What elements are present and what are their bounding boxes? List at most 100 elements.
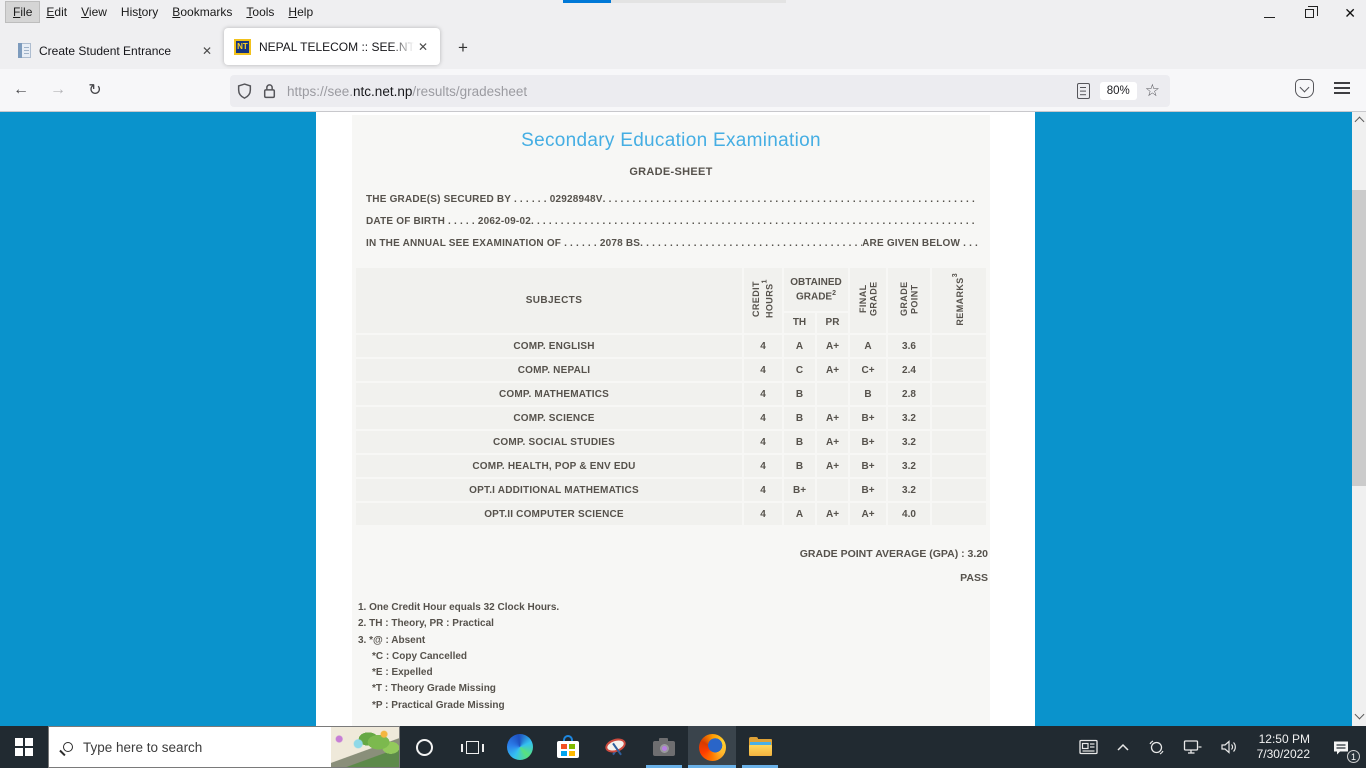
forward-button[interactable]: → — [42, 75, 74, 105]
camera-button[interactable] — [640, 726, 688, 768]
news-widget-button[interactable] — [1070, 726, 1107, 768]
windows-taskbar: Type here to search 12:50 PM 7/30/2022 1 — [0, 726, 1366, 768]
result-status: PASS — [960, 572, 988, 584]
system-tray: 12:50 PM 7/30/2022 1 — [1070, 726, 1366, 768]
student-info: THE GRADE(S) SECURED BY . . . . . . 0292… — [366, 188, 978, 254]
network-icon — [1183, 740, 1202, 754]
header-th: TH — [784, 312, 815, 333]
file-explorer-button[interactable] — [736, 726, 784, 768]
restore-icon[interactable] — [1305, 5, 1319, 18]
cell-value — [817, 479, 848, 501]
info-right-text: ARE GIVEN BELOW . . . — [862, 237, 978, 249]
task-view-button[interactable] — [448, 726, 496, 768]
table-row: COMP. SCIENCE 4 B A+ B+ 3.2 — [356, 407, 986, 429]
menu-file[interactable]: File — [4, 0, 41, 23]
search-highlight-image[interactable] — [331, 727, 399, 767]
network-button[interactable] — [1174, 726, 1211, 768]
cell-subject: OPT.II COMPUTER SCIENCE — [356, 503, 742, 525]
nepal-telecom-logo: NT — [234, 38, 251, 55]
cell-value: 4 — [744, 407, 782, 429]
tab-close-icon[interactable]: ✕ — [198, 42, 216, 60]
bookmark-star-icon[interactable]: ☆ — [1145, 81, 1160, 101]
cell-value: 3.2 — [888, 431, 930, 453]
cell-value: 3.6 — [888, 335, 930, 357]
tab-title: Create Student Entrance — [39, 43, 172, 58]
cell-value: B — [784, 431, 815, 453]
edge-icon — [507, 734, 533, 760]
table-row: COMP. MATHEMATICS 4 B B 2.8 — [356, 383, 986, 405]
header-obtained-grade: OBTAINED GRADE2 — [784, 268, 848, 311]
scroll-up-icon[interactable] — [1354, 116, 1364, 127]
cell-value: B — [784, 455, 815, 477]
pocket-icon[interactable] — [1295, 79, 1314, 98]
tab-2[interactable]: NT NEPAL TELECOM :: SEE.NTC.NET✕ — [224, 28, 440, 65]
table-row: OPT.I ADDITIONAL MATHEMATICS 4 B+ B+ 3.2 — [356, 479, 986, 501]
taskbar-search-input[interactable]: Type here to search — [48, 726, 400, 768]
lock-icon[interactable] — [262, 83, 277, 99]
cell-value: B+ — [850, 479, 886, 501]
header-remarks-label: REMARKS3 — [952, 272, 966, 326]
tab-1[interactable]: Create Student Entrance ✕ — [8, 32, 224, 69]
taskbar-clock[interactable]: 12:50 PM 7/30/2022 — [1247, 732, 1320, 762]
edge-button[interactable] — [496, 726, 544, 768]
cell-value: 4 — [744, 359, 782, 381]
volume-icon — [1221, 740, 1236, 754]
task-view-icon — [460, 740, 484, 754]
firefox-button[interactable] — [688, 726, 736, 768]
url-text[interactable]: https://see.ntc.net.np/results/gradeshee… — [287, 84, 1077, 99]
firefox-icon — [698, 733, 726, 761]
scrollbar-thumb[interactable] — [1352, 190, 1366, 486]
snipping-tool-button[interactable] — [592, 726, 640, 768]
microsoft-store-button[interactable] — [544, 726, 592, 768]
table-row: COMP. NEPALI 4 C A+ C+ 2.4 — [356, 359, 986, 381]
cell-value: 4 — [744, 455, 782, 477]
start-button[interactable] — [0, 726, 48, 768]
app-menu-icon[interactable] — [1334, 82, 1350, 94]
footnotes: 1. One Credit Hour equals 32 Clock Hours… — [358, 600, 990, 714]
cell-value: 4 — [744, 431, 782, 453]
cell-value — [932, 479, 986, 501]
notification-center-button[interactable]: 1 — [1320, 726, 1362, 768]
footnote-line: *E : Expelled — [372, 667, 433, 679]
menu-help[interactable]: Help — [281, 2, 320, 22]
cell-value: 4 — [744, 479, 782, 501]
back-button[interactable]: ← — [5, 75, 37, 105]
shield-icon[interactable] — [236, 82, 253, 100]
cell-value: 3.2 — [888, 479, 930, 501]
cell-value: A+ — [817, 431, 848, 453]
footnote-line: 1. One Credit Hour equals 32 Clock Hours… — [358, 602, 560, 613]
cortana-button[interactable] — [400, 726, 448, 768]
page-scrollbar[interactable] — [1352, 112, 1366, 726]
cell-value: B — [784, 407, 815, 429]
close-icon[interactable]: ✕ — [1344, 6, 1356, 20]
tab-bar: Create Student Entrance ✕ NT NEPAL TELECOM … — [0, 23, 1366, 69]
meet-now-button[interactable] — [1139, 726, 1174, 768]
minimize-icon[interactable] — [1264, 16, 1276, 18]
gradesheet-paper: Secondary Education Examination GRADE-SH… — [316, 112, 1035, 758]
reader-mode-icon[interactable] — [1076, 83, 1090, 99]
menu-bar: File Edit View History Bookmarks Tools Help ✕ — [0, 0, 1366, 23]
scroll-down-icon[interactable] — [1354, 709, 1364, 720]
cell-subject: COMP. SOCIAL STUDIES — [356, 431, 742, 453]
cell-value: A+ — [817, 407, 848, 429]
zoom-level-button[interactable]: 80% — [1099, 82, 1137, 100]
address-bar[interactable]: https://see.ntc.net.np/results/gradeshee… — [230, 75, 1170, 107]
table-row: OPT.II COMPUTER SCIENCE 4 A A+ A+ 4.0 — [356, 503, 986, 525]
menu-tools[interactable]: Tools — [239, 2, 281, 22]
menu-history[interactable]: History — [114, 2, 165, 22]
menu-edit[interactable]: Edit — [39, 2, 74, 22]
info-left-text: THE GRADE(S) SECURED BY . . . . . . 0292… — [366, 193, 603, 205]
cell-value: A+ — [850, 503, 886, 525]
tab-close-icon[interactable]: ✕ — [414, 38, 432, 56]
hidden-icons-button[interactable] — [1107, 726, 1139, 768]
cell-value: A+ — [817, 359, 848, 381]
menu-view[interactable]: View — [74, 2, 114, 22]
cell-value — [932, 335, 986, 357]
menu-bookmarks[interactable]: Bookmarks — [165, 2, 239, 22]
reload-button[interactable]: ↻ — [79, 75, 111, 105]
new-tab-button[interactable]: + — [448, 33, 478, 63]
volume-button[interactable] — [1211, 726, 1247, 768]
gradesheet-card: Secondary Education Examination GRADE-SH… — [352, 115, 990, 758]
cell-subject: COMP. NEPALI — [356, 359, 742, 381]
gpa-line: GRADE POINT AVERAGE (GPA) : 3.20 — [799, 548, 988, 560]
